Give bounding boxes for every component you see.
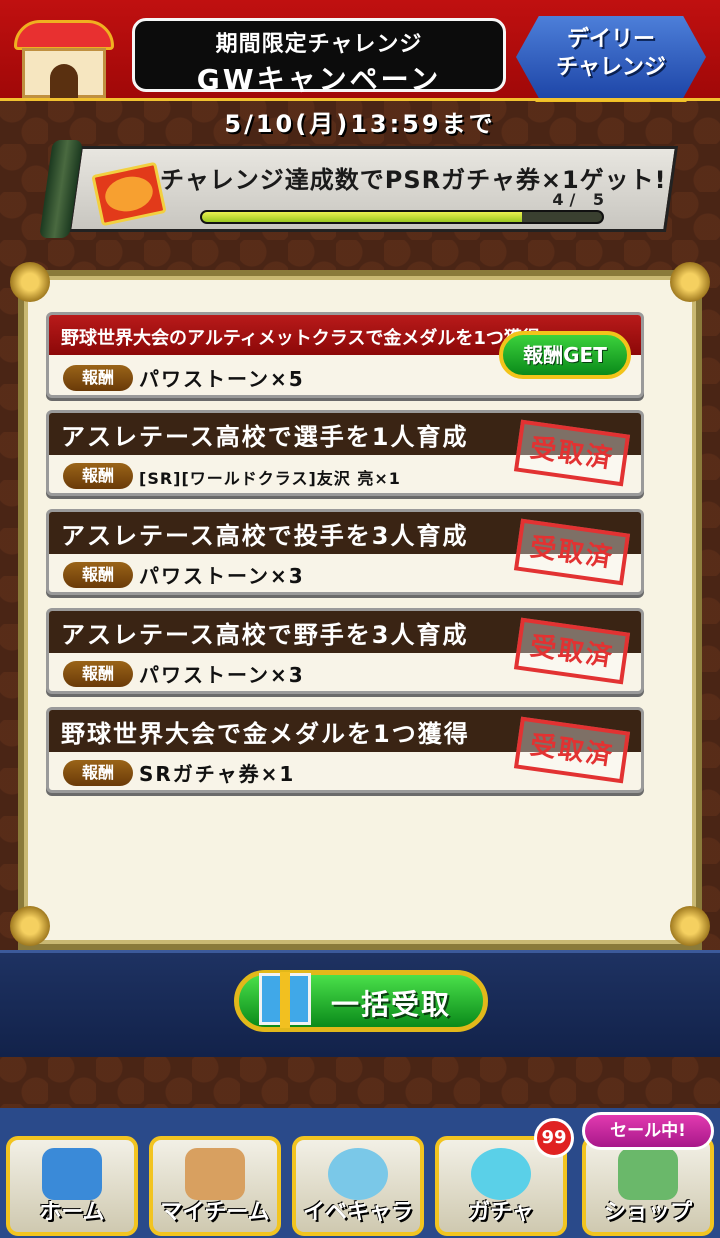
progress-bar-fill: [202, 212, 522, 222]
event-character-icon: [328, 1148, 388, 1200]
reward-text: [SR][ワールドクラス]友沢 亮×1: [139, 469, 401, 488]
nav-label: イベキャラ: [302, 1200, 413, 1225]
progress-bar: [200, 210, 604, 224]
nav-label: マイチーム: [160, 1200, 270, 1225]
reward-tag: 報酬: [63, 463, 133, 489]
title-line-2: GWキャンペーン: [196, 63, 442, 96]
daily-challenge-button[interactable]: デイリーチャレンジ: [512, 12, 710, 102]
challenge-item: アスレテース高校で選手を1人育成 報酬 [SR][ワールドクラス]友沢 亮×1 …: [46, 410, 644, 496]
reward-text: SRガチャ券×1: [139, 762, 296, 786]
gacha-orb-icon: [471, 1148, 531, 1200]
corner-ornament-icon: [10, 906, 50, 946]
nav-shop[interactable]: ショップ: [582, 1136, 714, 1236]
collect-all-button[interactable]: 一括受取: [234, 970, 488, 1032]
nav-my-team[interactable]: マイチーム: [149, 1136, 281, 1236]
corner-ornament-icon: [670, 262, 710, 302]
deadline-text: 5/10(月)13:59まで: [224, 110, 496, 138]
sale-badge: セール中!: [582, 1112, 714, 1150]
shop-store-icon: [618, 1148, 678, 1200]
nav-label: ホーム: [39, 1200, 105, 1225]
challenge-item: 野球世界大会のアルティメットクラスで金メダルを1つ獲得 報酬 パワストーン×5 …: [46, 312, 644, 398]
team-players-icon: [185, 1148, 245, 1200]
gacha-count-badge: 99: [534, 1118, 574, 1158]
challenge-item: アスレテース高校で野手を3人育成 報酬 パワストーン×3 受取済: [46, 608, 644, 694]
collect-all-label: 一括受取: [331, 988, 452, 1021]
gift-box-icon: [259, 972, 311, 1028]
nav-home[interactable]: ホーム: [6, 1136, 138, 1236]
challenge-item: 野球世界大会で金メダルを1つ獲得 報酬 SRガチャ券×1 受取済: [46, 707, 644, 793]
nav-label: ショップ: [603, 1200, 692, 1225]
reward-tag: 報酬: [63, 365, 133, 391]
corner-ornament-icon: [670, 906, 710, 946]
challenge-name: 野球世界大会で金メダルを1つ獲得: [61, 720, 470, 748]
challenge-name: アスレテース高校で野手を3人育成: [61, 621, 469, 649]
home-book-icon: [42, 1148, 102, 1200]
progress-count: 4/ 5: [552, 190, 610, 209]
get-reward-button[interactable]: 報酬GET: [499, 331, 631, 379]
reward-tag: 報酬: [63, 661, 133, 687]
challenge-name: アスレテース高校で選手を1人育成: [61, 423, 469, 451]
challenge-name: 野球世界大会のアルティメットクラスで金メダルを1つ獲得: [61, 328, 540, 349]
reward-text: パワストーン×3: [139, 564, 305, 588]
reward-text: パワストーン×5: [139, 367, 305, 391]
nav-label: ガチャ: [468, 1200, 534, 1225]
daily-challenge-label: デイリーチャレンジ: [556, 27, 666, 80]
title-line-1: 期間限定チャレンジ: [215, 32, 423, 57]
nav-event-character[interactable]: イベキャラ: [292, 1136, 424, 1236]
challenge-item: アスレテース高校で投手を3人育成 報酬 パワストーン×3 受取済: [46, 509, 644, 595]
reward-tag: 報酬: [63, 760, 133, 786]
corner-ornament-icon: [10, 262, 50, 302]
reward-tag: 報酬: [63, 562, 133, 588]
challenge-name: アスレテース高校で投手を3人育成: [61, 522, 469, 550]
page-title: 期間限定チャレンジ GWキャンペーン: [132, 18, 506, 96]
reward-text: パワストーン×3: [139, 663, 305, 687]
castle-home-icon[interactable]: [8, 8, 120, 98]
